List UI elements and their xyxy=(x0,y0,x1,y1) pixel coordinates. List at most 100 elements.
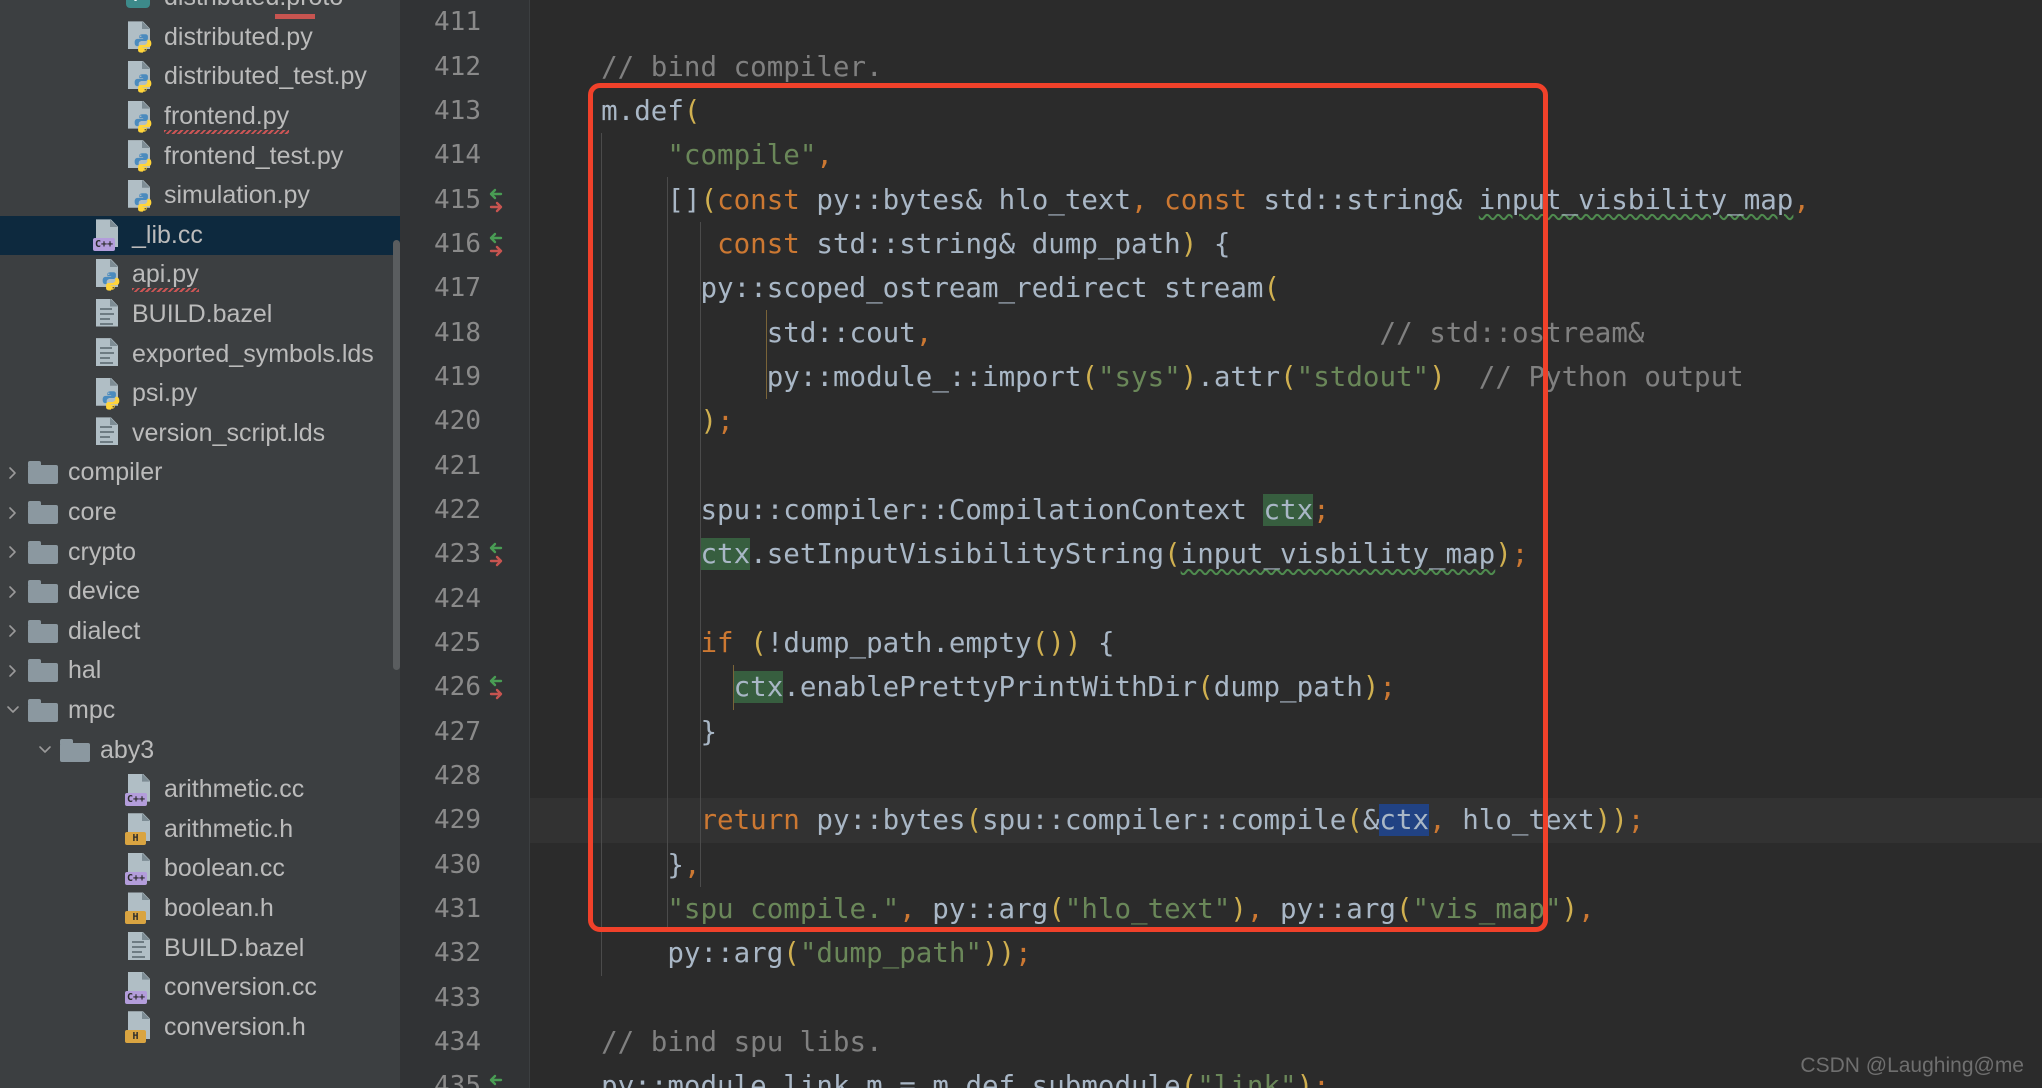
tree-item--lib-cc[interactable]: C++ _lib.cc xyxy=(0,215,400,256)
vcs-change-arrows-icon[interactable] xyxy=(481,534,521,574)
code-line[interactable]: m. def( xyxy=(530,89,2042,133)
tree-item-distributed-py[interactable]: distributed.py xyxy=(0,18,400,58)
tree-item-api-py[interactable]: api.py xyxy=(0,255,400,295)
tree-item-crypto[interactable]: crypto xyxy=(0,532,400,572)
tree-item-conversion-h[interactable]: Hconversion.h xyxy=(0,1007,400,1047)
code-line[interactable]: spu:: compiler:: CompilationContext ctx; xyxy=(530,488,2042,532)
tree-item-hal[interactable]: hal xyxy=(0,651,400,691)
tree-item-psi-py[interactable]: psi.py xyxy=(0,374,400,414)
code-line[interactable] xyxy=(530,0,2042,44)
gutter-line[interactable]: 419 xyxy=(400,355,529,399)
code-line[interactable]: [](const py:: bytes & hlo_text, const std:… xyxy=(530,177,2042,221)
chevron-right-icon[interactable] xyxy=(0,544,26,560)
gutter-line[interactable]: 414 xyxy=(400,133,529,177)
highlighted-identifier[interactable]: ctx xyxy=(700,538,751,571)
gutter-line[interactable]: 416 xyxy=(400,222,529,266)
gutter-line[interactable]: 411 xyxy=(400,0,529,44)
tree-item-dialect[interactable]: dialect xyxy=(0,612,400,652)
tree-item-simulation-py[interactable]: simulation.py xyxy=(0,176,400,216)
code-line[interactable]: const std:: string & dump_path) { xyxy=(530,222,2042,266)
tree-item-arithmetic-cc[interactable]: C++ arithmetic.cc xyxy=(0,770,400,810)
code-line[interactable]: } xyxy=(530,710,2042,754)
code-line[interactable]: if (! dump_path. empty()) { xyxy=(530,621,2042,665)
sidebar-scrollbar-thumb[interactable] xyxy=(393,240,400,670)
gutter-line[interactable]: 431 xyxy=(400,887,529,931)
tree-item-frontend-test-py[interactable]: frontend_test.py xyxy=(0,136,400,176)
code-line[interactable]: "compile", xyxy=(530,133,2042,177)
vcs-change-arrows-icon[interactable] xyxy=(481,1066,521,1088)
code-line[interactable] xyxy=(530,576,2042,620)
selected-identifier[interactable]: ctx xyxy=(1379,804,1430,837)
tree-item-distributed-proto[interactable]: Pdistributed.proto xyxy=(0,0,400,18)
chevron-right-icon[interactable] xyxy=(0,663,26,679)
tree-item-distributed-test-py[interactable]: distributed_test.py xyxy=(0,57,400,97)
gutter-line[interactable]: 417 xyxy=(400,266,529,310)
highlighted-identifier[interactable]: ctx xyxy=(1263,493,1314,526)
tree-item-arithmetic-h[interactable]: Harithmetic.h xyxy=(0,809,400,849)
code-line[interactable]: // bind compiler. xyxy=(530,44,2042,88)
tree-item-core[interactable]: core xyxy=(0,493,400,533)
gutter-line[interactable]: 423 xyxy=(400,532,529,576)
gutter-line[interactable]: 432 xyxy=(400,931,529,975)
tree-item-boolean-cc[interactable]: C++ boolean.cc xyxy=(0,849,400,889)
gutter-line[interactable]: 435 xyxy=(400,1064,529,1088)
code-line[interactable] xyxy=(530,976,2042,1020)
gutter-line[interactable]: 433 xyxy=(400,976,529,1020)
tree-item-mpc[interactable]: mpc xyxy=(0,691,400,731)
tree-item-build-bazel[interactable]: BUILD.bazel xyxy=(0,295,400,335)
gutter-line[interactable]: 420 xyxy=(400,399,529,443)
chevron-down-icon[interactable] xyxy=(0,702,26,718)
chevron-right-icon[interactable] xyxy=(0,623,26,639)
vcs-change-arrows-icon[interactable] xyxy=(481,180,521,220)
vcs-change-arrows-icon[interactable] xyxy=(481,667,521,707)
code-line[interactable]: std:: cout, // std::ostream& xyxy=(530,310,2042,354)
code-line[interactable] xyxy=(530,443,2042,487)
gutter-line[interactable]: 425 xyxy=(400,621,529,665)
code-line[interactable]: py:: scoped_ostream_redirect stream( xyxy=(530,266,2042,310)
code-line[interactable]: py:: module_:: import("sys"). attr("stdout"… xyxy=(530,355,2042,399)
code-line[interactable]: ctx. enablePrettyPrintWithDir(dump_path); xyxy=(530,665,2042,709)
code-line[interactable]: "spu compile.", py:: arg("hlo_text"), py:… xyxy=(530,887,2042,931)
code-line[interactable]: ); xyxy=(530,399,2042,443)
tree-item-compiler[interactable]: compiler xyxy=(0,453,400,493)
identifier: link_m xyxy=(783,1070,883,1088)
code-editor[interactable]: // bind compiler. m. def( "compile", [](c… xyxy=(530,0,2042,1088)
tree-item-device[interactable]: device xyxy=(0,572,400,612)
gutter-line[interactable]: 428 xyxy=(400,754,529,798)
gutter-line[interactable]: 424 xyxy=(400,576,529,620)
code-content[interactable]: // bind compiler. m. def( "compile", [](c… xyxy=(530,0,2042,1088)
file-tree-list[interactable]: Pdistributed.proto distributed.py distribu… xyxy=(0,0,400,1047)
vcs-change-arrows-icon[interactable] xyxy=(481,224,521,264)
gutter-line[interactable]: 429 xyxy=(400,798,529,842)
chevron-right-icon[interactable] xyxy=(0,584,26,600)
tree-item-boolean-h[interactable]: Hboolean.h xyxy=(0,889,400,929)
chevron-right-icon[interactable] xyxy=(0,505,26,521)
tree-item-aby3[interactable]: aby3 xyxy=(0,730,400,770)
project-file-tree[interactable]: Pdistributed.proto distributed.py distribu… xyxy=(0,0,400,1088)
tree-item-version-script-lds[interactable]: version_script.lds xyxy=(0,414,400,454)
editor-gutter[interactable]: 411 412 413 414 415 416 417 418 419 420 421 422 423 4… xyxy=(400,0,530,1088)
gutter-line[interactable]: 426 xyxy=(400,665,529,709)
gutter-line[interactable]: 418 xyxy=(400,310,529,354)
code-line[interactable]: }, xyxy=(530,843,2042,887)
chevron-down-icon[interactable] xyxy=(32,742,58,758)
gutter-line[interactable]: 413 xyxy=(400,89,529,133)
gutter-line[interactable]: 430 xyxy=(400,843,529,887)
highlighted-identifier[interactable]: ctx xyxy=(733,671,784,704)
code-line[interactable]: py:: arg("dump_path")); xyxy=(530,931,2042,975)
code-line[interactable]: return py:: bytes(spu:: compiler:: compile(… xyxy=(530,798,2042,843)
tree-item-build-bazel[interactable]: BUILD.bazel xyxy=(0,928,400,968)
gutter-line[interactable]: 415 xyxy=(400,177,529,221)
gutter-line[interactable]: 422 xyxy=(400,488,529,532)
gutter-line[interactable]: 412 xyxy=(400,44,529,88)
code-line[interactable] xyxy=(530,754,2042,798)
code-line[interactable]: ctx. setInputVisibilityString(input_visbi… xyxy=(530,532,2042,576)
gutter-line[interactable]: 427 xyxy=(400,710,529,754)
gutter-line[interactable]: 421 xyxy=(400,443,529,487)
sidebar-scrollbar[interactable] xyxy=(393,0,400,1088)
tree-item-conversion-cc[interactable]: C++ conversion.cc xyxy=(0,968,400,1008)
tree-item-exported-symbols-lds[interactable]: exported_symbols.lds xyxy=(0,334,400,374)
gutter-line[interactable]: 434 xyxy=(400,1020,529,1064)
chevron-right-icon[interactable] xyxy=(0,465,26,481)
tree-item-frontend-py[interactable]: frontend.py xyxy=(0,97,400,137)
